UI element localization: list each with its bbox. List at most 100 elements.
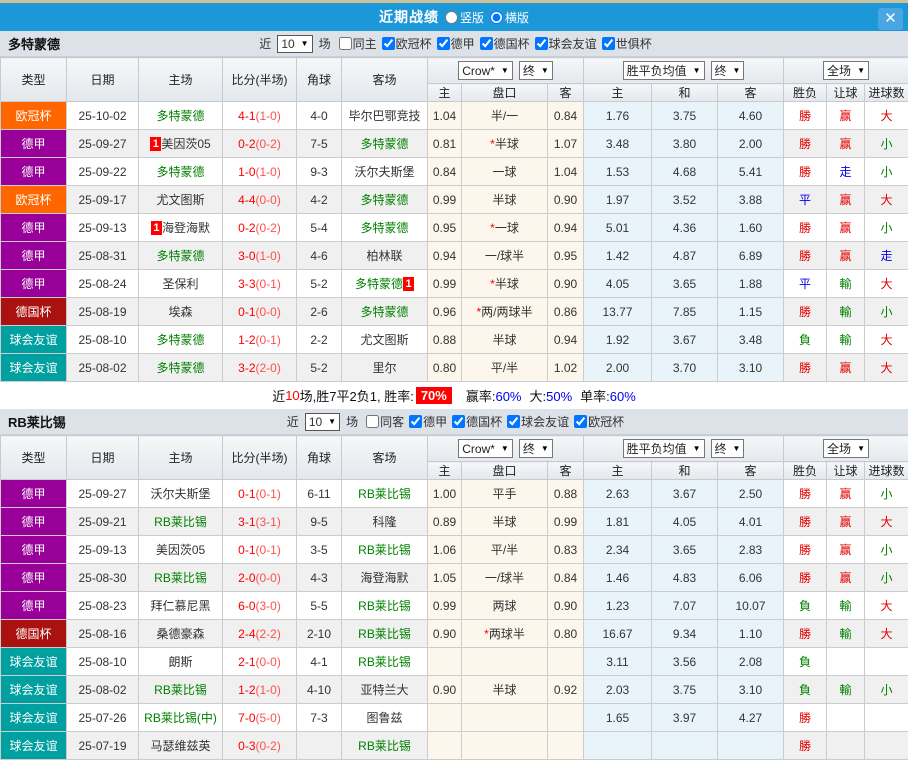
league-filter[interactable]: 德甲 [409,413,447,430]
cell-corners: 2-2 [297,326,342,354]
league-filter-checkbox[interactable] [574,415,587,428]
cell-asian-line [462,704,548,732]
same-venue-checkbox[interactable] [339,37,352,50]
close-button[interactable]: ✕ [878,8,903,30]
cell-asian-line: *两球半 [462,620,548,648]
match-count-select[interactable]: 10▼ [277,35,312,53]
cell-date: 25-09-13 [67,214,139,242]
cell-date: 25-09-22 [67,158,139,186]
final-select[interactable]: 终▼ [711,439,745,458]
cell-asian-home: 0.99 [428,592,462,620]
cell-handicap-result [827,732,865,760]
section-header-0: 多特蒙德近10▼场同主欧冠杯德甲德国杯球会友谊世俱杯 [0,31,908,57]
cell-asian-away: 0.99 [548,508,584,536]
cell-asian-away: 1.07 [548,130,584,158]
cell-asian-home: 1.00 [428,480,462,508]
column-header-odds-home: 主 [428,84,462,102]
cell-avg-away: 5.41 [718,158,784,186]
match-row: 球会友谊25-07-19马瑟维兹英0-3(0-2)RB莱比锡勝 [1,732,908,760]
red-card-badge: 1 [150,137,161,151]
league-filter-checkbox[interactable] [602,37,615,50]
final-select[interactable]: 终▼ [519,439,553,458]
league-filter[interactable]: 德国杯 [452,413,502,430]
layout-horizontal-option[interactable]: 横版 [490,9,529,26]
matches-table-1: 类型日期主场比分(半场)角球客场Crow*▼终▼胜平负均值▼终▼全场▼主盘口客主… [0,435,908,760]
cell-asian-line: 半球 [462,676,548,704]
cell-date: 25-08-23 [67,592,139,620]
scope-select[interactable]: 全场▼ [823,439,869,458]
team-name: 多特蒙德 [355,277,403,291]
league-filter-label: 德国杯 [466,413,502,430]
league-filter-checkbox[interactable] [452,415,465,428]
league-filter-checkbox[interactable] [382,37,395,50]
scope-select[interactable]: 全场▼ [823,61,869,80]
cell-goals-result: 大 [865,508,908,536]
league-filter-checkbox[interactable] [507,415,520,428]
cell-handicap-result: 赢 [827,102,865,130]
league-filter-checkbox[interactable] [480,37,493,50]
cell-asian-away: 0.90 [548,270,584,298]
vertical-radio[interactable] [445,11,458,24]
league-filter[interactable]: 球会友谊 [535,35,597,52]
cell-asian-home: 0.89 [428,508,462,536]
cell-asian-away: 1.02 [548,354,584,382]
cell-corners: 2-6 [297,298,342,326]
cell-home-team: 1美因茨05 [139,130,223,158]
title-bar: 近期战绩 竖版 横版 ✕ [0,0,908,31]
cell-asian-home: 0.90 [428,620,462,648]
league-filter-checkbox[interactable] [535,37,548,50]
league-filter[interactable]: 德国杯 [480,35,530,52]
cell-avg-draw: 4.83 [652,564,718,592]
same-venue[interactable]: 同客 [366,413,404,430]
league-filter[interactable]: 欧冠杯 [574,413,624,430]
layout-vertical-option[interactable]: 竖版 [445,9,484,26]
stat-label: 大: [530,389,547,404]
cell-avg-away: 2.83 [718,536,784,564]
final-select[interactable]: 终▼ [519,61,553,80]
team-name: RB莱比锡 [358,655,411,669]
league-filter[interactable]: 球会友谊 [507,413,569,430]
cell-win-lose: 勝 [784,732,827,760]
cell-avg-home: 1.97 [584,186,652,214]
column-header-avg-home: 主 [584,84,652,102]
avg-odds-select[interactable]: 胜平负均值▼ [623,61,705,80]
company-select[interactable]: Crow*▼ [458,439,513,458]
matches-table-0: 类型日期主场比分(半场)角球客场Crow*▼终▼胜平负均值▼终▼全场▼主盘口客主… [0,57,908,382]
cell-league: 德甲 [1,508,67,536]
cell-avg-draw: 3.65 [652,536,718,564]
match-row: 德甲25-09-22多特蒙德1-0(1-0)9-3沃尔夫斯堡0.84一球1.04… [1,158,908,186]
cell-goals-result: 大 [865,102,908,130]
league-filter[interactable]: 欧冠杯 [382,35,432,52]
league-filter[interactable]: 德甲 [437,35,475,52]
cell-avg-draw: 3.65 [652,270,718,298]
summary-stat: 单率:60% [580,386,636,405]
cell-score: 0-2(0-2) [223,130,297,158]
league-filter-checkbox[interactable] [409,415,422,428]
cell-home-team: RB莱比锡 [139,508,223,536]
cell-home-team: RB莱比锡 [139,564,223,592]
league-filter[interactable]: 世俱杯 [602,35,652,52]
cell-home-team: 桑德豪森 [139,620,223,648]
cell-date: 25-09-17 [67,186,139,214]
cell-win-lose: 勝 [784,102,827,130]
league-filter-label: 欧冠杯 [588,413,624,430]
cell-home-team: 拜仁慕尼黑 [139,592,223,620]
cell-handicap-result: 赢 [827,354,865,382]
avg-odds-select[interactable]: 胜平负均值▼ [623,439,705,458]
horizontal-radio[interactable] [490,11,503,24]
column-header-goals: 进球数 [865,462,908,480]
summary-near: 近 [272,386,285,405]
cell-handicap-result: 赢 [827,242,865,270]
league-filter-checkbox[interactable] [437,37,450,50]
cell-away-team: RB莱比锡 [342,536,428,564]
cell-home-team: 多特蒙德 [139,102,223,130]
same-venue-checkbox[interactable] [366,415,379,428]
same-venue[interactable]: 同主 [339,35,377,52]
company-select[interactable]: Crow*▼ [458,61,513,80]
match-count-select[interactable]: 10▼ [305,413,340,431]
column-header-date: 日期 [67,58,139,102]
final-select[interactable]: 终▼ [711,61,745,80]
cell-league: 球会友谊 [1,648,67,676]
team-name: RB莱比锡 [154,515,207,529]
chevron-down-icon: ▼ [501,66,509,75]
